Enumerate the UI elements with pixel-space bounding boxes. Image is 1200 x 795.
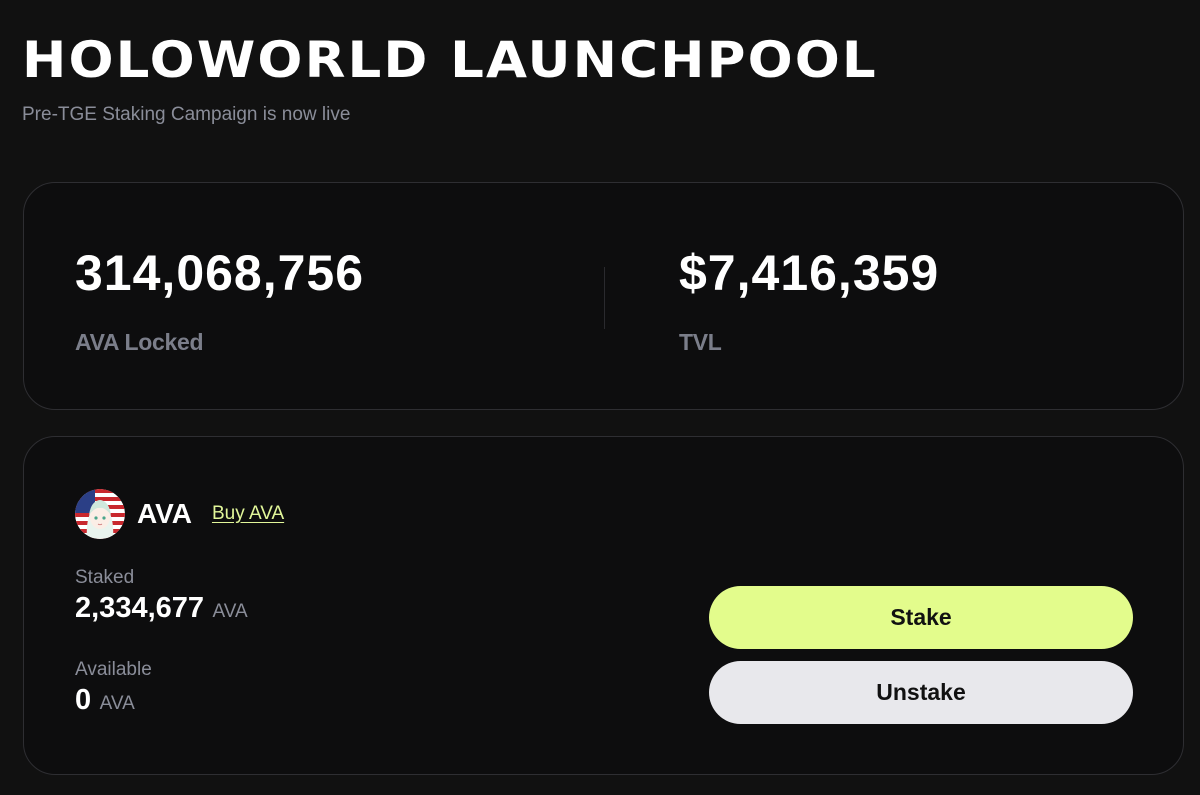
ava-locked-value: 314,068,756: [75, 245, 365, 301]
stake-button[interactable]: Stake: [709, 586, 1133, 649]
staked-unit: AVA: [212, 601, 248, 622]
tvl-label: TVL: [679, 329, 722, 355]
stat-ava-locked: 314,068,756 AVA Locked: [75, 245, 364, 356]
page-subtitle: Pre-TGE Staking Campaign is now live: [22, 104, 351, 125]
buy-ava-link[interactable]: Buy AVA: [212, 503, 284, 525]
ava-locked-label: AVA Locked: [75, 329, 204, 355]
stats-card: 314,068,756 AVA Locked $7,416,359 TVL: [23, 182, 1184, 410]
token-header: AVA Buy AVA: [75, 489, 284, 539]
staked-label: Staked: [75, 567, 135, 588]
token-name: AVA: [137, 498, 192, 529]
staked-metric: Staked 2,334,677 AVA: [75, 567, 248, 625]
staked-value: 2,334,677: [75, 592, 205, 624]
available-value: 0: [75, 684, 92, 716]
available-label: Available: [75, 659, 152, 680]
stat-tvl: $7,416,359 TVL: [679, 245, 939, 356]
unstake-button[interactable]: Unstake: [709, 661, 1133, 724]
ava-avatar-icon: [75, 489, 125, 539]
pool-card: AVA Buy AVA Staked 2,334,677 AVA Availab…: [23, 436, 1184, 775]
page-title: HOLOWORLD LAUNCHPOOL: [22, 31, 878, 89]
tvl-value: $7,416,359: [679, 245, 940, 301]
available-unit: AVA: [99, 693, 135, 714]
available-metric: Available 0 AVA: [75, 659, 152, 717]
stats-divider: [604, 267, 605, 329]
